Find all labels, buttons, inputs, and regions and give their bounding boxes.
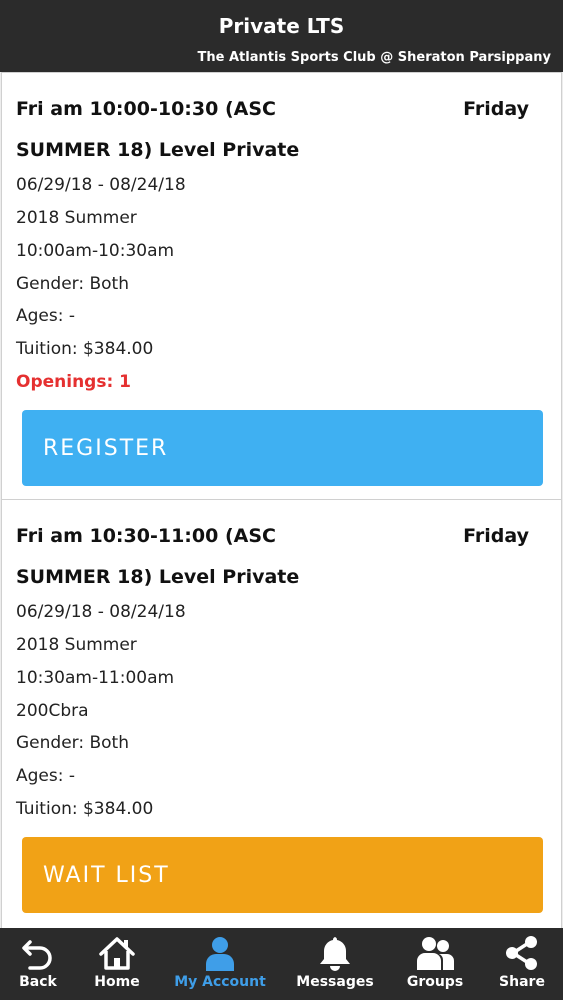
- register-button[interactable]: REGISTER: [22, 410, 543, 486]
- class-title-line2: SUMMER 18) Level Private: [16, 566, 300, 588]
- class-gender: Gender: Both: [16, 733, 129, 753]
- class-dates: 06/29/18 - 08/24/18: [16, 175, 186, 195]
- user-icon: [206, 937, 234, 971]
- class-ages: Ages: -: [16, 766, 76, 786]
- class-dates: 06/29/18 - 08/24/18: [16, 602, 186, 622]
- class-title: Fri am 10:30-11:00 (ASC SUMMER 18) Level…: [16, 516, 446, 598]
- tab-my-account[interactable]: My Account: [170, 928, 270, 1000]
- class-location: 200Cbra: [16, 701, 89, 721]
- tab-back[interactable]: Back: [0, 928, 76, 1000]
- class-card: Fri am 10:00-10:30 (ASC SUMMER 18) Level…: [1, 72, 562, 500]
- class-day: Friday: [463, 525, 529, 547]
- tab-home-label: Home: [94, 974, 140, 990]
- tab-messages-label: Messages: [296, 974, 374, 990]
- groups-icon: [417, 937, 454, 970]
- class-tuition: Tuition: $384.00: [16, 799, 154, 819]
- bell-icon: [320, 937, 350, 971]
- app-header: Private LTS The Atlantis Sports Club @ S…: [0, 0, 563, 72]
- tab-back-label: Back: [19, 974, 57, 990]
- tab-share-label: Share: [499, 974, 545, 990]
- class-list[interactable]: Fri am 10:00-10:30 (ASC SUMMER 18) Level…: [0, 72, 563, 928]
- tab-messages[interactable]: Messages: [290, 928, 380, 1000]
- tab-groups[interactable]: Groups: [393, 928, 477, 1000]
- club-name: The Atlantis Sports Club @ Sheraton Pars…: [197, 50, 551, 65]
- class-openings: Openings: 1: [16, 372, 132, 392]
- tab-share[interactable]: Share: [486, 928, 558, 1000]
- class-season: 2018 Summer: [16, 635, 137, 655]
- class-title-line1: Fri am 10:30-11:00 (ASC: [16, 525, 276, 547]
- bottom-tab-bar: Back Home My Account Messages Groups Sha…: [0, 928, 563, 1000]
- class-day: Friday: [463, 98, 529, 120]
- class-title: Fri am 10:00-10:30 (ASC SUMMER 18) Level…: [16, 89, 446, 171]
- class-card: Fri am 10:30-11:00 (ASC SUMMER 18) Level…: [1, 499, 562, 928]
- class-title-line1: Fri am 10:00-10:30 (ASC: [16, 98, 276, 120]
- class-gender: Gender: Both: [16, 274, 129, 294]
- tab-home[interactable]: Home: [76, 928, 158, 1000]
- class-time: 10:30am-11:00am: [16, 668, 175, 688]
- class-ages: Ages: -: [16, 306, 76, 326]
- tab-groups-label: Groups: [406, 974, 464, 990]
- page-title: Private LTS: [218, 14, 345, 38]
- home-icon: [99, 937, 135, 970]
- class-time: 10:00am-10:30am: [16, 241, 175, 261]
- tab-my-account-label: My Account: [174, 974, 266, 990]
- class-title-line2: SUMMER 18) Level Private: [16, 139, 300, 161]
- share-icon: [506, 936, 537, 970]
- class-tuition: Tuition: $384.00: [16, 339, 154, 359]
- back-arrow-icon: [22, 940, 52, 970]
- class-season: 2018 Summer: [16, 208, 137, 228]
- wait-list-button[interactable]: WAIT LIST: [22, 837, 543, 913]
